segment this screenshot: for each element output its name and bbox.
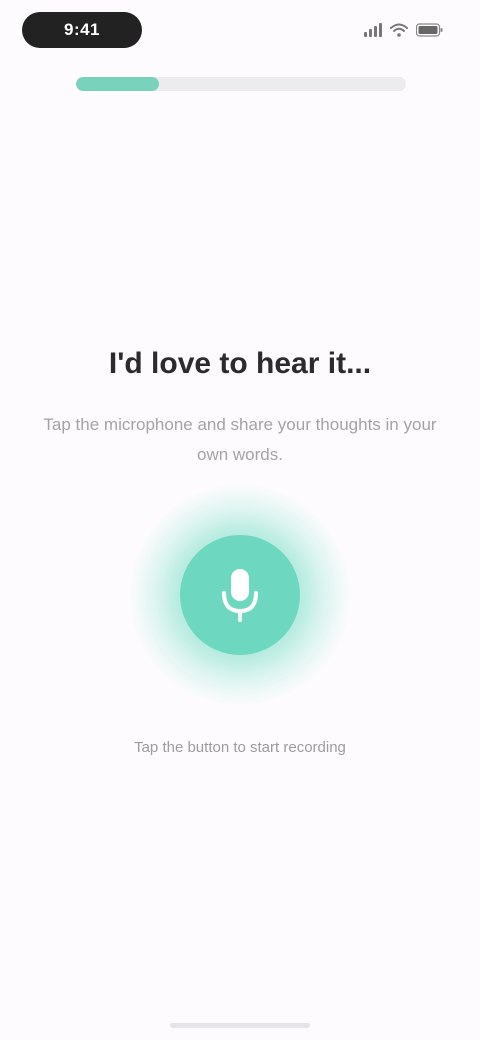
status-icons bbox=[364, 20, 444, 40]
signal-icon bbox=[364, 23, 382, 37]
home-indicator bbox=[170, 1023, 310, 1028]
status-bar: 9:41 bbox=[0, 0, 480, 60]
progress-bar bbox=[76, 77, 406, 91]
prompt-heading: I'd love to hear it... bbox=[108, 347, 372, 380]
microphone-icon bbox=[218, 567, 262, 623]
prompt-subtext: Tap the microphone and share your though… bbox=[43, 415, 437, 464]
record-hint: Tap the button to start recording bbox=[134, 739, 346, 756]
status-time: 9:41 bbox=[22, 12, 142, 48]
record-button[interactable] bbox=[180, 535, 300, 655]
battery-icon bbox=[416, 23, 444, 37]
wifi-icon bbox=[390, 23, 408, 37]
progress-fill bbox=[76, 77, 159, 91]
screen: 9:41 I'd love to hear it... Tap the micr… bbox=[0, 0, 480, 1040]
